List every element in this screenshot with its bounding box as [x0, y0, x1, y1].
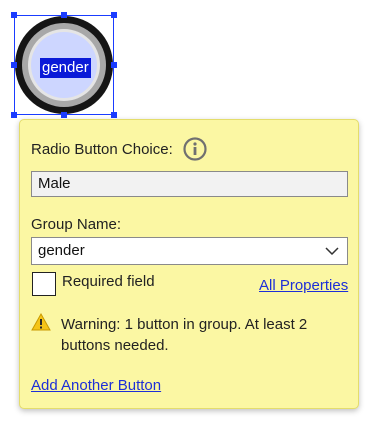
- add-another-button-link[interactable]: Add Another Button: [31, 377, 161, 395]
- radio-choice-input[interactable]: Male: [31, 171, 348, 197]
- info-icon[interactable]: [183, 137, 207, 161]
- group-name-value: gender: [38, 242, 85, 259]
- chevron-down-icon[interactable]: [325, 246, 339, 256]
- resize-handle-top-right[interactable]: [111, 12, 117, 18]
- required-field-label: Required field: [62, 273, 155, 290]
- all-properties-link[interactable]: All Properties: [259, 277, 348, 295]
- resize-handle-right[interactable]: [111, 62, 117, 68]
- resize-handle-bottom[interactable]: [61, 112, 67, 118]
- radio-properties-popup: Radio Button Choice: Male Group Name: ge…: [19, 119, 359, 409]
- radio-button-field[interactable]: gender: [11, 12, 117, 118]
- radio-choice-label: Radio Button Choice:: [31, 141, 173, 158]
- required-field-checkbox[interactable]: [32, 272, 56, 296]
- group-name-dropdown[interactable]: gender: [31, 237, 348, 265]
- warning-message: Warning: 1 button in group. At least 2 b…: [61, 316, 308, 354]
- resize-handle-left[interactable]: [11, 62, 17, 68]
- warning-icon: [31, 313, 51, 331]
- radio-field-name-label: gender: [40, 58, 91, 78]
- resize-handle-top-left[interactable]: [11, 12, 17, 18]
- resize-handle-bottom-right[interactable]: [111, 112, 117, 118]
- form-editor-canvas: gender Radio Button Choice: Male Group N…: [0, 0, 380, 428]
- resize-handle-top[interactable]: [61, 12, 67, 18]
- group-name-label: Group Name:: [31, 216, 122, 233]
- resize-handle-bottom-left[interactable]: [11, 112, 17, 118]
